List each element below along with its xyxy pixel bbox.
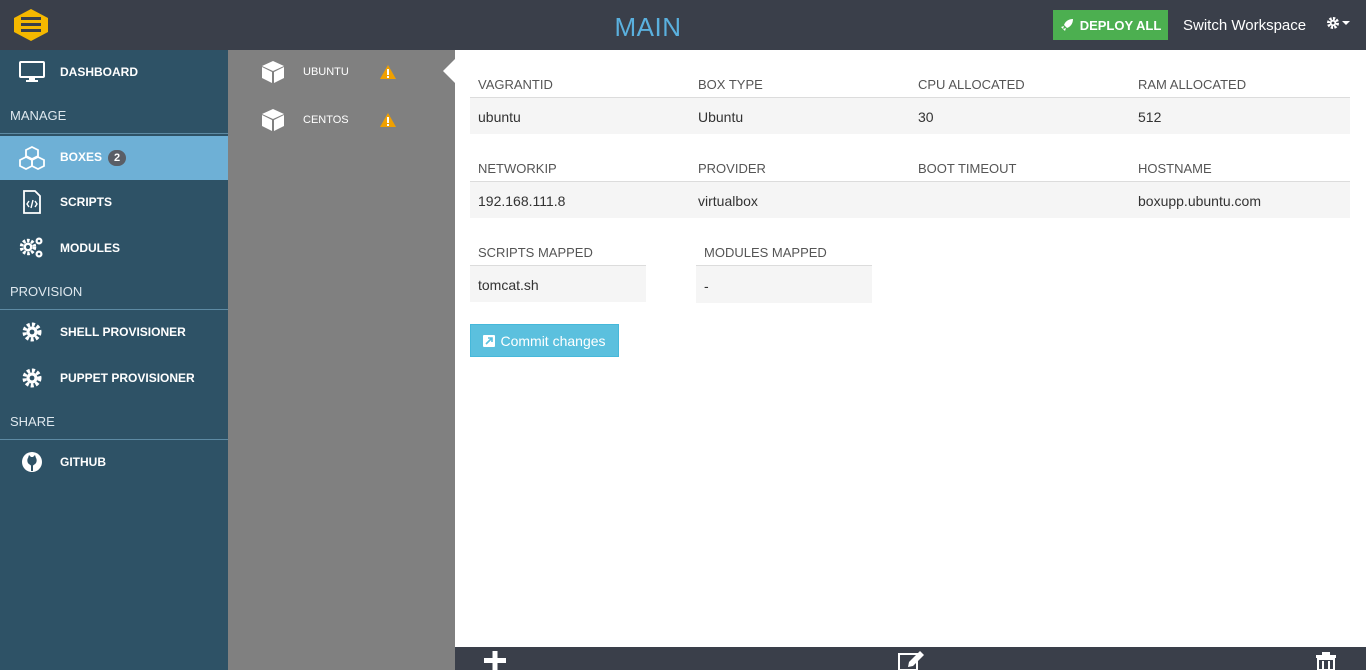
section-heading-share: SHARE (0, 414, 228, 440)
selected-box-pointer (443, 59, 455, 83)
value-box-type[interactable]: Ubuntu (690, 98, 910, 134)
gear-icon (1327, 17, 1339, 29)
box-item-label: CENTOS (303, 114, 349, 126)
sidebar-item-label: GITHUB (60, 455, 106, 469)
header-hostname: HOSTNAME (1138, 161, 1212, 176)
header-provider: PROVIDER (698, 161, 766, 176)
header-boot-timeout: BOOT TIMEOUT (918, 161, 1017, 176)
commit-changes-label: Commit changes (500, 332, 606, 349)
modules-mapped-table: MODULES MAPPED - (696, 218, 872, 303)
value-hostname[interactable]: boxupp.ubuntu.com (1130, 182, 1350, 218)
monitor-icon (18, 58, 46, 86)
box-item-label: UBUNTU (303, 66, 349, 78)
sidebar-item-shell-provisioner[interactable]: SHELL PROVISIONER (0, 310, 228, 354)
details-table-2: NETWORKIP PROVIDER BOOT TIMEOUT HOSTNAME… (470, 134, 1350, 218)
commit-changes-button[interactable]: Commit changes (470, 324, 619, 357)
top-bar: MAIN DEPLOY ALL Switch Workspace (0, 0, 1366, 50)
deploy-all-label: DEPLOY ALL (1079, 17, 1162, 33)
warning-icon (380, 65, 396, 79)
cogs-icon (18, 234, 46, 262)
section-heading-provision: PROVISION (0, 284, 228, 310)
value-ram-allocated[interactable]: 512 (1130, 98, 1350, 134)
bottom-toolbar (455, 647, 1366, 670)
box-details-panel: VAGRANTID BOX TYPE CPU ALLOCATED RAM ALL… (455, 50, 1366, 647)
value-boot-timeout[interactable] (910, 182, 1130, 218)
header-ram-allocated: RAM ALLOCATED (1138, 77, 1247, 92)
scripts-mapped-table: SCRIPTS MAPPED tomcat.sh (470, 218, 646, 302)
sidebar-item-label: PUPPET PROVISIONER (60, 371, 195, 385)
cube-icon (262, 61, 284, 83)
sidebar-item-label: DASHBOARD (60, 65, 138, 79)
sidebar-item-boxes[interactable]: BOXES 2 (0, 136, 228, 180)
gear-icon (18, 318, 46, 346)
switch-workspace-link[interactable]: Switch Workspace (1183, 17, 1306, 34)
header-vagrantid: VAGRANTID (478, 77, 553, 92)
gear-icon (18, 364, 46, 392)
box-item-centos[interactable]: CENTOS (228, 98, 455, 142)
sidebar-item-label: SHELL PROVISIONER (60, 325, 186, 339)
section-heading-manage: MANAGE (0, 108, 228, 134)
cube-icon (262, 109, 284, 131)
value-networkip[interactable]: 192.168.111.8 (470, 182, 690, 218)
sidebar-item-label: BOXES (60, 150, 103, 164)
sidebar-item-github[interactable]: GITHUB (0, 440, 228, 484)
sidebar-item-modules[interactable]: MODULES (0, 226, 228, 270)
cubes-icon (18, 144, 46, 172)
header-scripts-mapped: SCRIPTS MAPPED (470, 218, 646, 266)
sidebar-item-label: MODULES (60, 241, 120, 255)
header-box-type: BOX TYPE (698, 77, 763, 92)
sidebar: DASHBOARD MANAGE BOXES 2 SCRIPTS MODULES … (0, 50, 228, 670)
warning-icon (380, 113, 396, 127)
trash-icon[interactable] (1315, 652, 1337, 670)
box-item-ubuntu[interactable]: UBUNTU (228, 50, 455, 94)
box-list: UBUNTU CENTOS (228, 50, 455, 670)
settings-dropdown[interactable] (1326, 16, 1350, 30)
sidebar-item-dashboard[interactable]: DASHBOARD (0, 50, 228, 94)
details-table-1: VAGRANTID BOX TYPE CPU ALLOCATED RAM ALL… (470, 50, 1350, 134)
boxes-count-badge: 2 (108, 150, 127, 166)
sidebar-item-label: SCRIPTS (60, 195, 113, 209)
header-networkip: NETWORKIP (478, 161, 557, 176)
rocket-icon (1060, 19, 1073, 31)
github-icon (18, 448, 46, 476)
app-logo-icon[interactable] (14, 9, 48, 41)
external-link-icon (483, 334, 496, 347)
edit-icon[interactable] (897, 650, 925, 670)
value-vagrantid[interactable]: ubuntu (470, 98, 690, 134)
page-title: MAIN (614, 12, 682, 42)
value-modules-mapped[interactable]: - (696, 266, 872, 303)
deploy-all-button[interactable]: DEPLOY ALL (1053, 10, 1168, 40)
sidebar-item-puppet-provisioner[interactable]: PUPPET PROVISIONER (0, 356, 228, 400)
value-cpu-allocated[interactable]: 30 (910, 98, 1130, 134)
code-file-icon (18, 188, 46, 216)
sidebar-item-scripts[interactable]: SCRIPTS (0, 180, 228, 224)
value-scripts-mapped[interactable]: tomcat.sh (470, 266, 646, 302)
caret-down-icon (1342, 21, 1350, 25)
header-modules-mapped: MODULES MAPPED (696, 218, 872, 266)
value-provider[interactable]: virtualbox (690, 182, 910, 218)
header-cpu-allocated: CPU ALLOCATED (918, 77, 1025, 92)
plus-icon[interactable] (484, 651, 506, 670)
